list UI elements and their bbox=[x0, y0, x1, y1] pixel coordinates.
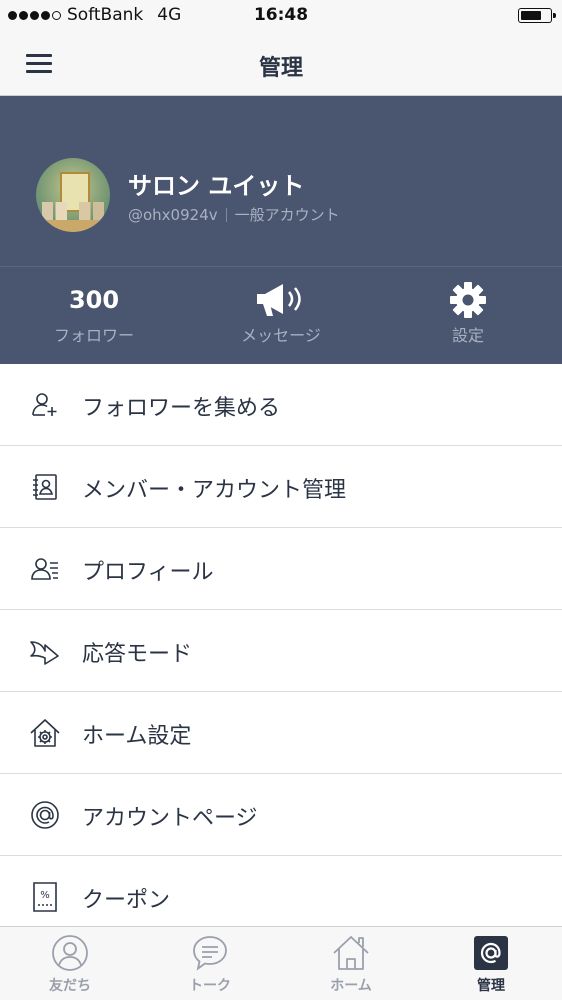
tab-label: ホーム bbox=[330, 978, 372, 994]
home-gear-icon bbox=[28, 716, 62, 750]
chat-bubble-icon bbox=[190, 933, 230, 973]
home-icon bbox=[331, 933, 371, 973]
add-person-icon bbox=[28, 388, 62, 422]
message-label: メッセージ bbox=[241, 326, 321, 345]
menu-item-profile[interactable]: プロフィール bbox=[0, 528, 562, 610]
friends-icon bbox=[50, 933, 90, 973]
tab-manage[interactable]: 管理 bbox=[421, 927, 561, 1001]
tab-label: 管理 bbox=[477, 978, 505, 994]
menu-item-account-page[interactable]: アカウントページ bbox=[0, 774, 562, 856]
account-subinfo: @ohx0924v 一般アカウント bbox=[128, 204, 340, 225]
gear-icon bbox=[398, 282, 538, 318]
menu-item-response-mode[interactable]: 応答モード bbox=[0, 610, 562, 692]
menu-item-label: 応答モード bbox=[82, 642, 193, 667]
menu-list: フォロワーを集める メンバー・アカウント管理 プロフィール 応答モード ホーム設… bbox=[0, 364, 562, 938]
profile-card-icon bbox=[28, 552, 62, 586]
menu-item-member-account[interactable]: メンバー・アカウント管理 bbox=[0, 446, 562, 528]
menu-item-label: メンバー・アカウント管理 bbox=[82, 478, 347, 503]
menu-item-label: クーポン bbox=[82, 888, 171, 913]
menu-item-label: ホーム設定 bbox=[82, 724, 192, 749]
menu-item-label: フォロワーを集める bbox=[82, 396, 281, 421]
account-type: 一般アカウント bbox=[234, 206, 340, 224]
tab-friends[interactable]: 友だち bbox=[0, 927, 140, 1001]
page-title: 管理 bbox=[258, 56, 303, 81]
followers-label: フォロワー bbox=[53, 326, 134, 345]
settings-button[interactable]: 設定 bbox=[398, 282, 538, 346]
battery-icon bbox=[518, 8, 556, 23]
nav-bar: 管理 bbox=[0, 32, 562, 96]
tab-talk[interactable]: トーク bbox=[140, 927, 280, 1001]
status-bar: SoftBank 4G 16:48 bbox=[0, 0, 562, 32]
menu-item-label: プロフィール bbox=[82, 560, 214, 585]
megaphone-icon bbox=[211, 282, 351, 318]
menu-item-collect-followers[interactable]: フォロワーを集める bbox=[0, 364, 562, 446]
message-button[interactable]: メッセージ bbox=[211, 282, 351, 346]
menu-item-label: アカウントページ bbox=[82, 806, 258, 831]
at-sign-icon bbox=[471, 933, 511, 973]
divider bbox=[225, 207, 227, 222]
tab-label: 友だち bbox=[49, 978, 91, 994]
address-book-icon bbox=[28, 470, 62, 504]
tab-label: トーク bbox=[189, 978, 231, 994]
followers-stat[interactable]: 300 フォロワー bbox=[24, 282, 164, 346]
profile-header: サロン ユイット @ohx0924v 一般アカウント 300 フォロワー メッセ… bbox=[0, 96, 562, 364]
account-id: @ohx0924v bbox=[128, 205, 218, 224]
coupon-icon: % bbox=[28, 880, 62, 914]
menu-item-home-settings[interactable]: ホーム設定 bbox=[0, 692, 562, 774]
followers-count: 300 bbox=[68, 286, 120, 314]
settings-label: 設定 bbox=[451, 326, 484, 345]
status-time: 16:48 bbox=[253, 5, 309, 25]
tab-home[interactable]: ホーム bbox=[281, 927, 421, 1001]
tab-bar: 友だち トーク ホーム 管理 bbox=[0, 926, 562, 1000]
at-sign-icon bbox=[28, 798, 62, 832]
reply-arrow-icon bbox=[28, 634, 62, 668]
divider bbox=[0, 266, 562, 267]
avatar[interactable] bbox=[36, 158, 110, 232]
svg-text:%: % bbox=[40, 890, 50, 901]
account-name: サロン ユイット bbox=[128, 172, 305, 200]
